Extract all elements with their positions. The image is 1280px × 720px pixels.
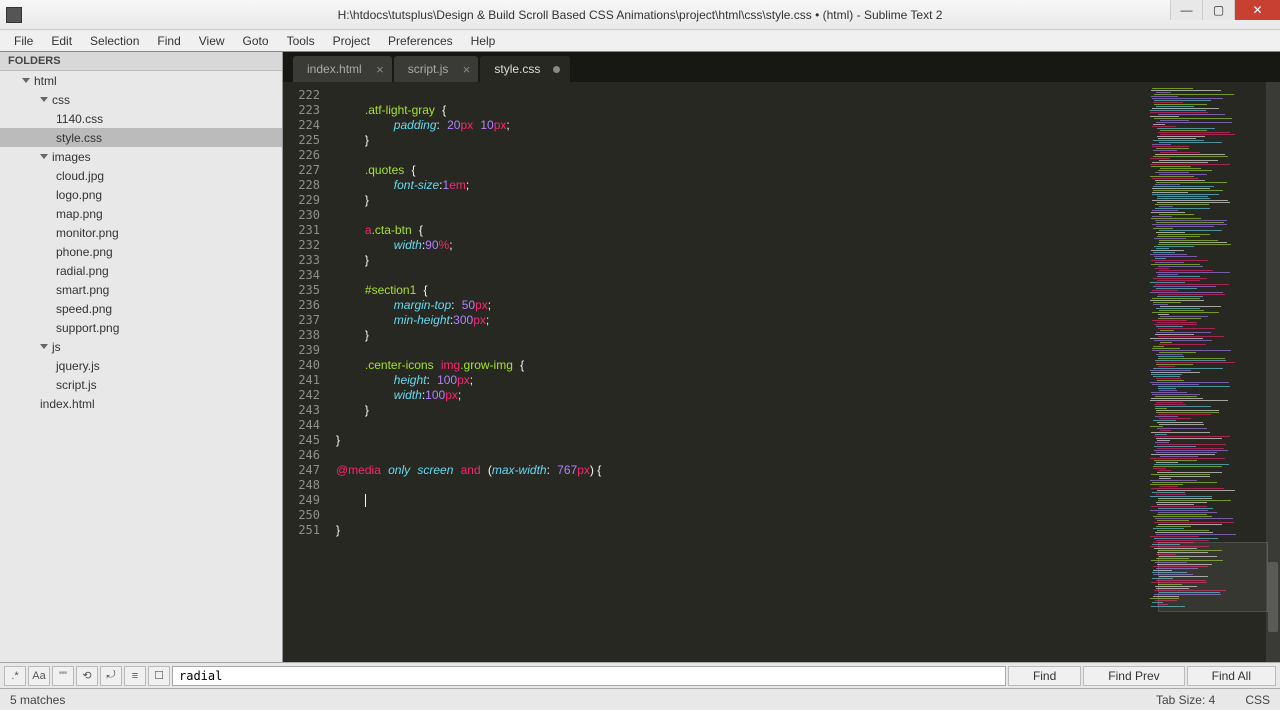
disclosure-arrow-icon [40,344,48,349]
file-jquery-js[interactable]: jquery.js [0,356,282,375]
tree-label: jquery.js [56,359,100,373]
find-prev-button[interactable]: Find Prev [1083,666,1184,686]
file-speed-png[interactable]: speed.png [0,299,282,318]
tree-label: script.js [56,378,97,392]
tab-label: style.css [494,62,540,76]
file-phone-png[interactable]: phone.png [0,242,282,261]
find-button[interactable]: Find [1008,666,1081,686]
menu-preferences[interactable]: Preferences [380,32,461,50]
line-gutter: 222 223 224 225 226 227 228 229 230 231 … [283,82,328,662]
editor-scrollbar[interactable] [1266,82,1280,662]
code-editor[interactable]: .atf-light-gray { padding: 20px 10px; } … [328,82,1146,662]
file-monitor-png[interactable]: monitor.png [0,223,282,242]
maximize-button[interactable]: ▢ [1202,0,1234,20]
menubar: FileEditSelectionFindViewGotoToolsProjec… [0,30,1280,52]
folder-images[interactable]: images [0,147,282,166]
menu-file[interactable]: File [6,32,41,50]
find-toggle-6[interactable]: ☐ [148,666,170,686]
file-1140-css[interactable]: 1140.css [0,109,282,128]
menu-view[interactable]: View [191,32,233,50]
dirty-indicator-icon [553,66,560,73]
tab-style-css[interactable]: style.css [480,56,570,82]
disclosure-arrow-icon [40,97,48,102]
file-style-css[interactable]: style.css [0,128,282,147]
file-smart-png[interactable]: smart.png [0,280,282,299]
disclosure-arrow-icon [22,78,30,83]
folder-js[interactable]: js [0,337,282,356]
find-toggle-1[interactable]: Aa [28,666,50,686]
find-toggle-2[interactable]: "" [52,666,74,686]
minimize-button[interactable]: — [1170,0,1202,20]
find-toggle-0[interactable]: .* [4,666,26,686]
disclosure-arrow-icon [40,154,48,159]
find-toggle-5[interactable]: ≡ [124,666,146,686]
file-radial-png[interactable]: radial.png [0,261,282,280]
scrollbar-thumb[interactable] [1268,562,1278,632]
close-tab-icon[interactable]: × [463,62,471,77]
find-toggle-4[interactable]: ⤾ [100,666,122,686]
file-index-html[interactable]: index.html [0,394,282,413]
app-icon [6,7,22,23]
find-all-button[interactable]: Find All [1187,666,1276,686]
tab-index-html[interactable]: index.html × [293,56,392,82]
folder-html[interactable]: html [0,71,282,90]
editor-area: index.html × script.js × style.css 222 223 2… [283,52,1280,662]
folders-header: FOLDERS [0,52,282,71]
tree-label: logo.png [56,188,102,202]
find-bar: .*Aa""⟲⤾≡☐ Find Find Prev Find All [0,662,1280,688]
menu-project[interactable]: Project [325,32,378,50]
tree-label: support.png [56,321,119,335]
tree-label: html [34,74,57,88]
menu-find[interactable]: Find [149,32,188,50]
file-map-png[interactable]: map.png [0,204,282,223]
tree-label: index.html [40,397,95,411]
tree-label: images [52,150,91,164]
find-input[interactable] [172,666,1006,686]
tab-bar: index.html × script.js × style.css [283,52,1280,82]
tree-label: cloud.jpg [56,169,104,183]
close-button[interactable]: ✕ [1234,0,1280,20]
tree-label: js [52,340,61,354]
minimap-viewport[interactable] [1158,542,1268,612]
tree-label: style.css [56,131,102,145]
close-tab-icon[interactable]: × [376,62,384,77]
tab-label: index.html [307,62,362,76]
file-script-js[interactable]: script.js [0,375,282,394]
window-title: H:\htdocs\tutsplus\Design & Build Scroll… [338,8,943,22]
menu-goto[interactable]: Goto [235,32,277,50]
tab-label: script.js [408,62,449,76]
find-toggle-3[interactable]: ⟲ [76,666,98,686]
tree-label: speed.png [56,302,112,316]
tree-label: map.png [56,207,103,221]
tree-label: 1140.css [56,112,103,126]
tree-label: smart.png [56,283,109,297]
tree-label: radial.png [56,264,109,278]
file-logo-png[interactable]: logo.png [0,185,282,204]
status-bar: 5 matches Tab Size: 4 CSS [0,688,1280,710]
tab-script-js[interactable]: script.js × [394,56,479,82]
file-support-png[interactable]: support.png [0,318,282,337]
menu-edit[interactable]: Edit [43,32,80,50]
status-tabsize[interactable]: Tab Size: 4 [1156,693,1215,707]
menu-selection[interactable]: Selection [82,32,147,50]
menu-help[interactable]: Help [463,32,504,50]
status-language[interactable]: CSS [1245,693,1270,707]
menu-tools[interactable]: Tools [279,32,323,50]
tree-label: phone.png [56,245,113,259]
tree-label: monitor.png [56,226,119,240]
folder-css[interactable]: css [0,90,282,109]
status-matches: 5 matches [10,693,65,707]
folder-tree[interactable]: html css 1140.css style.css images cloud.jpg l… [0,71,282,662]
sidebar: FOLDERS html css 1140.css style.css images cl… [0,52,283,662]
tree-label: css [52,93,70,107]
titlebar: H:\htdocs\tutsplus\Design & Build Scroll… [0,0,1280,30]
file-cloud-jpg[interactable]: cloud.jpg [0,166,282,185]
